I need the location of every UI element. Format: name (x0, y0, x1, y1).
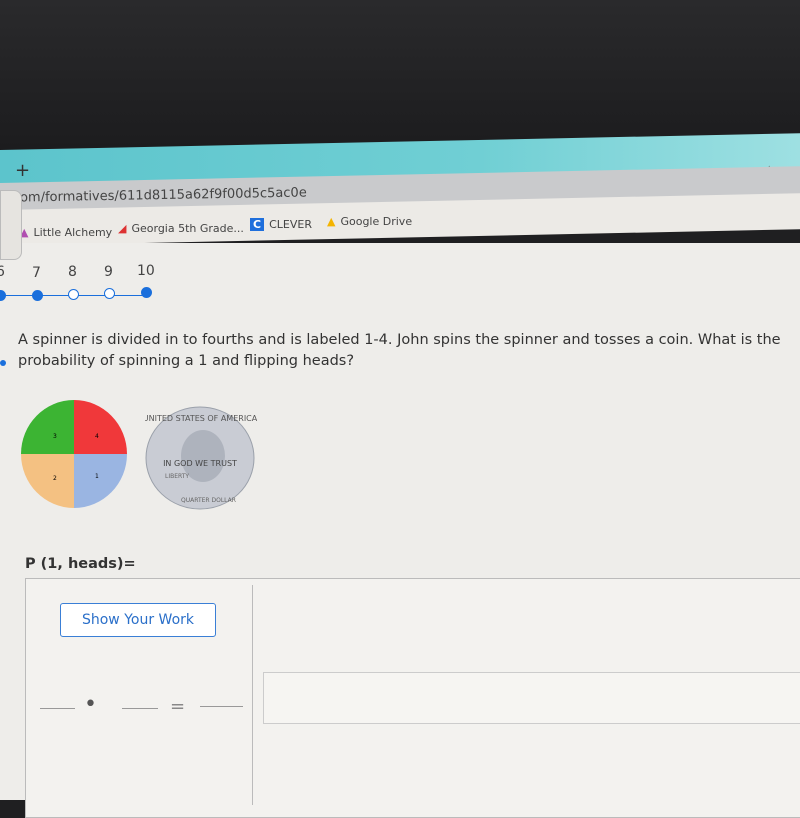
question-nav-8[interactable]: 8 (68, 264, 77, 280)
coin-top-text: UNITED STATES OF AMERICA (145, 414, 257, 423)
question-nav-10[interactable]: 10 (137, 263, 155, 279)
show-your-work-button[interactable]: Show Your Work (60, 603, 216, 637)
question-marker (0, 360, 6, 366)
coin-motto-text: IN GOD WE TRUST (163, 459, 237, 468)
blank-input-2[interactable] (122, 708, 158, 709)
blank-input-3[interactable] (200, 706, 243, 707)
progress-dot-7[interactable] (32, 290, 43, 301)
bookmark-little-alchemy[interactable]: ▲ Little Alchemy (20, 226, 112, 239)
spinner-section-3 (21, 400, 74, 454)
bookmark-clever[interactable]: C CLEVER (250, 218, 312, 231)
question-nav-7[interactable]: 7 (32, 265, 41, 281)
spinner-label-2: 2 (53, 475, 57, 482)
spinner-section-4 (74, 400, 127, 454)
equals-sign: = (170, 696, 186, 717)
monitor-bezel (0, 0, 800, 150)
blank-input-1[interactable] (40, 708, 75, 709)
answer-label: P (1, heads)= (25, 556, 136, 572)
progress-dot-9[interactable] (104, 288, 115, 299)
progress-dot-8[interactable] (68, 289, 79, 300)
apple-icon: ◢ (118, 222, 127, 235)
question-text: A spinner is divided in to fourths and i… (18, 332, 781, 369)
coin-bottom-text: QUARTER DOLLAR (181, 497, 236, 504)
bookmark-georgia[interactable]: ◢ Georgia 5th Grade... (118, 222, 244, 235)
new-tab-button[interactable]: + (15, 160, 30, 181)
question-nav-6[interactable]: 6 (0, 264, 5, 280)
clever-icon: C (250, 218, 265, 231)
spinner-label-1: 1 (95, 473, 99, 480)
progress-dot-10[interactable] (141, 287, 152, 298)
answer-input[interactable] (263, 672, 800, 724)
bookmark-google-drive[interactable]: ▲ Google Drive (327, 215, 412, 228)
spinner-section-2 (21, 454, 74, 508)
question-nav-9[interactable]: 9 (104, 264, 113, 280)
coin-liberty-text: LIBERTY (165, 473, 189, 480)
work-divider (252, 585, 253, 805)
drive-icon: ▲ (327, 215, 336, 228)
side-panel (0, 190, 22, 260)
quarter-coin-image: UNITED STATES OF AMERICA LIBERTY IN GOD … (145, 406, 257, 510)
spinner-image: 3 4 2 1 (21, 400, 127, 508)
multiply-dot: • (84, 692, 97, 717)
spinner-label-3: 3 (53, 433, 57, 440)
spinner-label-4: 4 (95, 433, 99, 440)
spinner-section-1 (74, 454, 127, 508)
